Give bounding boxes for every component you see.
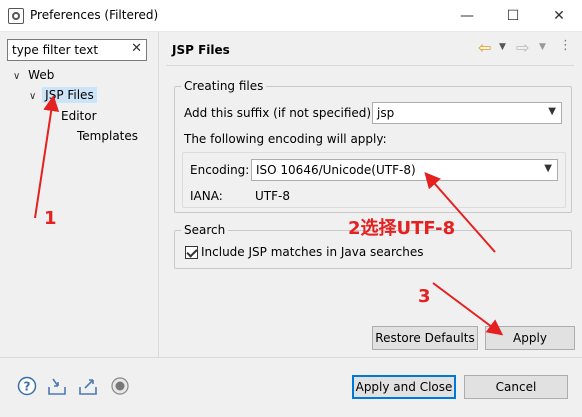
tree-item-label: Editor bbox=[61, 109, 97, 123]
chevron-down-icon[interactable]: ▼ bbox=[544, 163, 552, 174]
suffix-label: Add this suffix (if not specified): bbox=[184, 106, 376, 120]
record-icon[interactable] bbox=[110, 376, 130, 396]
encoding-intro-label: The following encoding will apply: bbox=[184, 132, 387, 146]
back-arrow-icon[interactable]: ⇦ bbox=[478, 38, 491, 57]
forward-arrow-icon[interactable]: ⇨ bbox=[516, 38, 529, 57]
chevron-down-icon[interactable]: ∨ bbox=[29, 91, 36, 102]
creating-files-group-label: Creating files bbox=[181, 79, 267, 93]
tree-item-templates[interactable]: Templates bbox=[77, 129, 138, 143]
apply-and-close-button[interactable]: Apply and Close bbox=[352, 375, 456, 399]
chevron-down-icon[interactable]: ∨ bbox=[13, 71, 20, 82]
iana-value: UTF-8 bbox=[255, 189, 290, 203]
page-title: JSP Files bbox=[172, 43, 230, 57]
tree-item-label: Web bbox=[28, 68, 55, 82]
footer-separator bbox=[0, 357, 582, 358]
apply-button[interactable]: Apply bbox=[485, 326, 575, 350]
tree-item-jsp-files[interactable]: ∨ JSP Files bbox=[29, 87, 97, 103]
forward-history-dropdown-icon[interactable]: ▼ bbox=[539, 42, 546, 52]
window-title: Preferences (Filtered) bbox=[30, 8, 159, 22]
view-menu-icon[interactable]: ⋮ bbox=[559, 38, 572, 53]
maximize-button[interactable]: ☐ bbox=[490, 0, 536, 32]
pane-divider[interactable] bbox=[158, 32, 159, 357]
annotation-step-3: 3 bbox=[418, 286, 431, 307]
import-icon[interactable] bbox=[47, 376, 67, 396]
export-icon[interactable] bbox=[78, 376, 98, 396]
svg-text:?: ? bbox=[24, 380, 31, 394]
include-jsp-label[interactable]: Include JSP matches in Java searches bbox=[201, 245, 424, 259]
filter-input[interactable]: type filter text ✕ bbox=[7, 39, 147, 61]
tree-item-label: JSP Files bbox=[42, 87, 97, 103]
suffix-combo-value: jsp bbox=[377, 106, 395, 120]
suffix-combo[interactable]: jsp ▼ bbox=[372, 102, 562, 124]
annotation-arrow-1 bbox=[34, 95, 60, 219]
tree-item-web[interactable]: ∨ Web bbox=[13, 68, 54, 82]
chevron-down-icon[interactable]: ▼ bbox=[548, 106, 556, 117]
encoding-label: Encoding: bbox=[190, 163, 250, 177]
filter-input-text: type filter text bbox=[12, 43, 99, 57]
back-history-dropdown-icon[interactable]: ▼ bbox=[499, 42, 506, 52]
include-jsp-checkbox[interactable] bbox=[185, 246, 198, 259]
close-button[interactable]: ✕ bbox=[536, 0, 582, 32]
minimize-button[interactable]: — bbox=[444, 0, 490, 32]
encoding-combo-value: ISO 10646/Unicode(UTF-8) bbox=[256, 163, 416, 177]
help-icon[interactable]: ? bbox=[17, 376, 37, 396]
tree-item-label: Templates bbox=[77, 129, 139, 143]
cancel-button[interactable]: Cancel bbox=[464, 375, 568, 399]
clear-filter-icon[interactable]: ✕ bbox=[131, 41, 142, 56]
annotation-step-1: 1 bbox=[44, 208, 57, 229]
header-separator bbox=[166, 65, 574, 66]
eclipse-app-icon bbox=[8, 8, 24, 24]
iana-label: IANA: bbox=[190, 189, 223, 203]
encoding-combo[interactable]: ISO 10646/Unicode(UTF-8) ▼ bbox=[251, 159, 558, 181]
tree-item-editor[interactable]: Editor bbox=[61, 109, 97, 123]
restore-defaults-button[interactable]: Restore Defaults bbox=[372, 326, 478, 350]
annotation-step-2: 2选择UTF-8 bbox=[348, 218, 456, 239]
search-group-label: Search bbox=[181, 223, 229, 237]
